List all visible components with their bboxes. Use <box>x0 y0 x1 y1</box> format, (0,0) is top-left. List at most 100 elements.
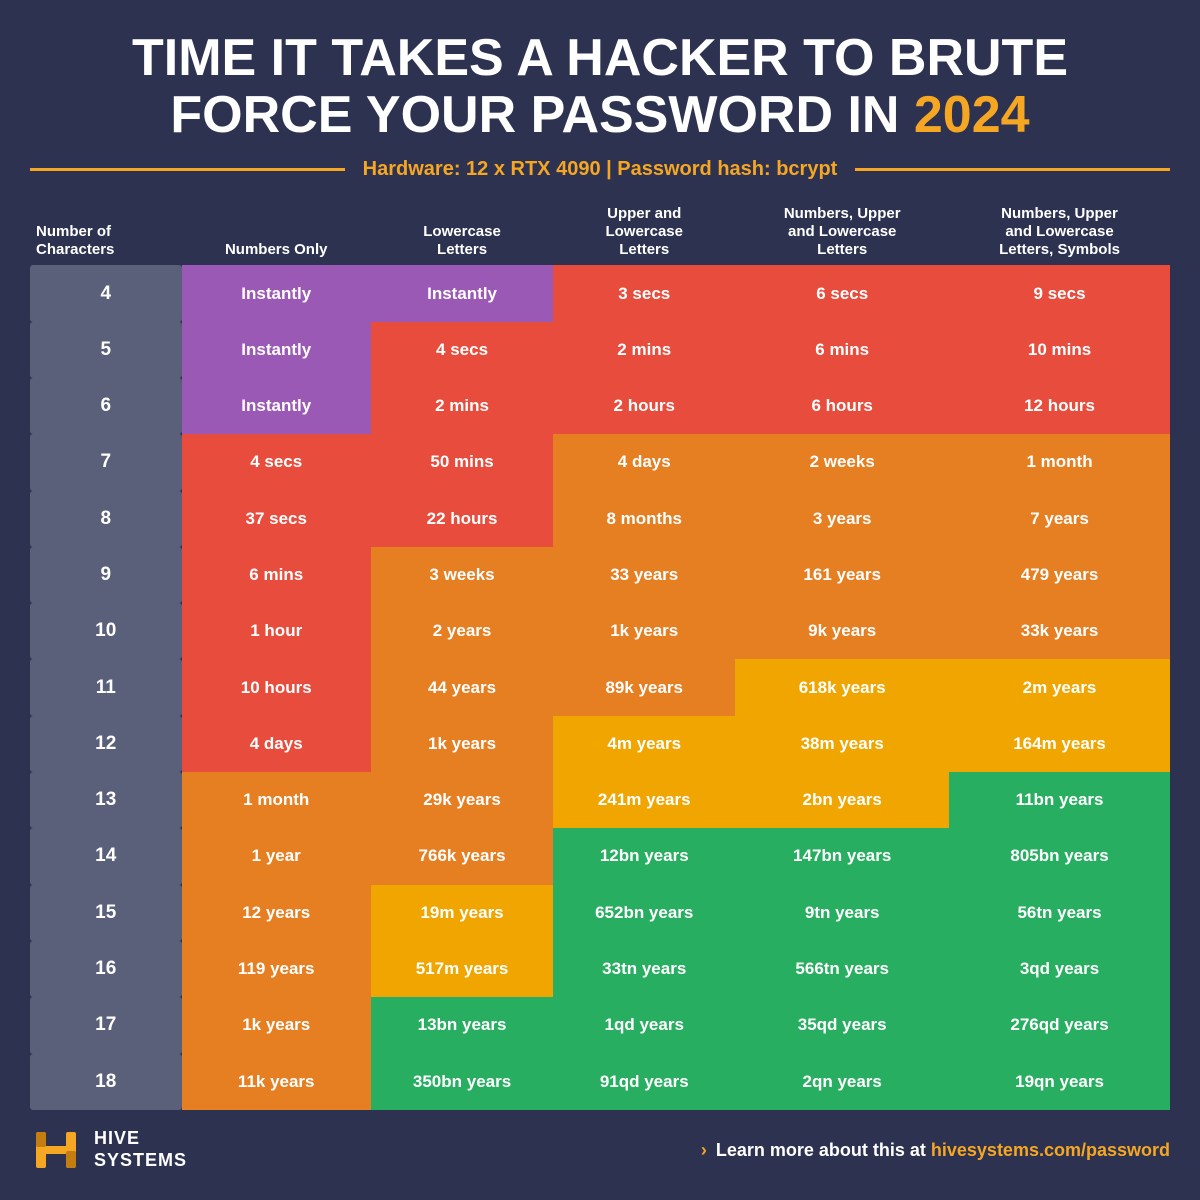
data-cell: 1 month <box>949 434 1170 490</box>
data-cell: 8 months <box>553 491 735 547</box>
data-cell: 33k years <box>949 603 1170 659</box>
table-row: 101 hour2 years1k years9k years33k years <box>30 603 1170 659</box>
data-cell: 1 hour <box>182 603 371 659</box>
data-cell: 3 years <box>735 491 949 547</box>
table-row: 16119 years517m years33tn years566tn yea… <box>30 941 1170 997</box>
data-cell: 2 mins <box>553 322 735 378</box>
data-cell: 12 hours <box>949 378 1170 434</box>
char-count-cell: 10 <box>30 603 182 659</box>
data-cell: 517m years <box>371 941 553 997</box>
char-count-cell: 14 <box>30 828 182 884</box>
col-header-chars: Number ofCharacters <box>30 199 182 265</box>
table-row: 6Instantly2 mins2 hours6 hours12 hours <box>30 378 1170 434</box>
data-cell: Instantly <box>182 322 371 378</box>
char-count-cell: 4 <box>30 265 182 321</box>
hive-logo-icon <box>30 1124 82 1176</box>
data-cell: 7 years <box>949 491 1170 547</box>
data-cell: 766k years <box>371 828 553 884</box>
data-cell: Instantly <box>182 265 371 321</box>
hardware-line-right <box>855 168 1170 171</box>
data-cell: 276qd years <box>949 997 1170 1053</box>
char-count-cell: 5 <box>30 322 182 378</box>
data-cell: 6 mins <box>735 322 949 378</box>
data-cell: 4m years <box>553 716 735 772</box>
logo-area: HIVE SYSTEMS <box>30 1124 187 1176</box>
logo-line2: SYSTEMS <box>94 1150 187 1172</box>
table-row: 124 days1k years4m years38m years164m ye… <box>30 716 1170 772</box>
data-cell: 479 years <box>949 547 1170 603</box>
data-cell: 161 years <box>735 547 949 603</box>
data-cell: 2 years <box>371 603 553 659</box>
char-count-cell: 9 <box>30 547 182 603</box>
table-row: 4InstantlyInstantly3 secs6 secs9 secs <box>30 265 1170 321</box>
data-cell: 119 years <box>182 941 371 997</box>
data-cell: 1k years <box>553 603 735 659</box>
data-cell: 89k years <box>553 659 735 715</box>
data-cell: 147bn years <box>735 828 949 884</box>
hardware-line-left <box>30 168 345 171</box>
logo-text: HIVE SYSTEMS <box>94 1128 187 1171</box>
col-header-lower: LowercaseLetters <box>371 199 553 265</box>
char-count-cell: 12 <box>30 716 182 772</box>
data-cell: 33tn years <box>553 941 735 997</box>
table-row: 1512 years19m years652bn years9tn years5… <box>30 885 1170 941</box>
data-cell: 37 secs <box>182 491 371 547</box>
char-count-cell: 7 <box>30 434 182 490</box>
table-header-row: Number ofCharacters Numbers Only Lowerca… <box>30 199 1170 265</box>
col-header-num-upper-lower: Numbers, Upperand LowercaseLetters <box>735 199 949 265</box>
footer-link: › Learn more about this at hivesystems.c… <box>701 1140 1170 1161</box>
data-cell: Instantly <box>182 378 371 434</box>
table-row: 1110 hours44 years89k years618k years2m … <box>30 659 1170 715</box>
data-cell: 1 month <box>182 772 371 828</box>
hardware-text: Hardware: 12 x RTX 4090 | Password hash:… <box>345 158 856 181</box>
data-cell: 4 days <box>553 434 735 490</box>
data-cell: 1k years <box>371 716 553 772</box>
data-cell: 1 year <box>182 828 371 884</box>
data-cell: 4 secs <box>182 434 371 490</box>
data-cell: 9k years <box>735 603 949 659</box>
data-cell: 44 years <box>371 659 553 715</box>
char-count-cell: 8 <box>30 491 182 547</box>
data-cell: Instantly <box>371 265 553 321</box>
data-cell: 12bn years <box>553 828 735 884</box>
data-cell: 2bn years <box>735 772 949 828</box>
title-line1: TIME IT TAKES A HACKER TO BRUTE <box>30 30 1170 87</box>
footer-link-prefix: Learn more about this at <box>716 1140 931 1160</box>
data-cell: 2qn years <box>735 1054 949 1110</box>
char-count-cell: 6 <box>30 378 182 434</box>
data-cell: 19qn years <box>949 1054 1170 1110</box>
data-cell: 566tn years <box>735 941 949 997</box>
table-row: 171k years13bn years1qd years35qd years2… <box>30 997 1170 1053</box>
data-cell: 9tn years <box>735 885 949 941</box>
data-cell: 22 hours <box>371 491 553 547</box>
char-count-cell: 13 <box>30 772 182 828</box>
table-row: 141 year766k years12bn years147bn years8… <box>30 828 1170 884</box>
col-header-upper-lower: Upper andLowercaseLetters <box>553 199 735 265</box>
data-cell: 38m years <box>735 716 949 772</box>
data-cell: 6 hours <box>735 378 949 434</box>
hardware-bar: Hardware: 12 x RTX 4090 | Password hash:… <box>30 158 1170 181</box>
data-cell: 33 years <box>553 547 735 603</box>
char-count-cell: 11 <box>30 659 182 715</box>
title-line2-prefix: FORCE YOUR PASSWORD IN <box>170 86 913 144</box>
data-cell: 56tn years <box>949 885 1170 941</box>
col-header-numbers: Numbers Only <box>182 199 371 265</box>
char-count-cell: 17 <box>30 997 182 1053</box>
data-cell: 10 hours <box>182 659 371 715</box>
data-cell: 2 hours <box>553 378 735 434</box>
data-cell: 2 mins <box>371 378 553 434</box>
data-cell: 50 mins <box>371 434 553 490</box>
data-cell: 10 mins <box>949 322 1170 378</box>
data-cell: 1k years <box>182 997 371 1053</box>
data-cell: 2 weeks <box>735 434 949 490</box>
password-table: Number ofCharacters Numbers Only Lowerca… <box>30 199 1170 1110</box>
data-cell: 12 years <box>182 885 371 941</box>
title-line2: FORCE YOUR PASSWORD IN 2024 <box>30 87 1170 144</box>
data-cell: 91qd years <box>553 1054 735 1110</box>
footer-url: hivesystems.com/password <box>931 1140 1170 1160</box>
data-cell: 6 secs <box>735 265 949 321</box>
footer-arrow: › <box>701 1140 707 1160</box>
data-cell: 29k years <box>371 772 553 828</box>
char-count-cell: 18 <box>30 1054 182 1110</box>
data-cell: 13bn years <box>371 997 553 1053</box>
